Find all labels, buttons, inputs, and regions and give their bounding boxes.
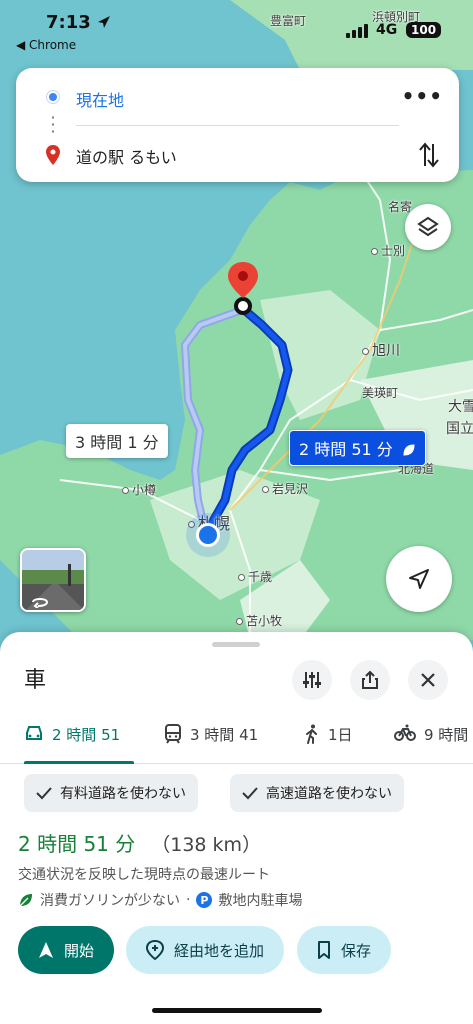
bike-icon xyxy=(394,724,416,741)
map-label: 美瑛町 xyxy=(362,386,399,400)
map-label: 苫小牧 xyxy=(236,612,282,629)
divider xyxy=(76,125,399,126)
tab-walk-label: 1日 xyxy=(328,726,353,744)
walk-icon xyxy=(306,724,317,744)
bookmark-icon xyxy=(318,941,330,959)
map-label: 旭川 xyxy=(362,340,400,360)
location-arrow-icon xyxy=(98,16,111,28)
layers-icon xyxy=(417,216,439,237)
navigation-arrow-icon xyxy=(39,942,53,958)
tab-bike-label: 9 時間 xyxy=(424,726,469,744)
destination-field[interactable]: 道の駅 るもい xyxy=(76,144,177,168)
active-tab-indicator xyxy=(24,761,134,764)
save-button[interactable]: 保存 xyxy=(297,926,392,974)
map-label: 国立 xyxy=(446,421,473,437)
more-options-button[interactable]: ••• xyxy=(402,84,443,108)
signal-icon xyxy=(346,24,372,38)
add-location-icon xyxy=(146,940,164,960)
map-label: 士別 xyxy=(371,242,405,259)
route-distance: （138 km） xyxy=(151,834,262,856)
recenter-button[interactable] xyxy=(386,546,452,612)
route-dots-icon xyxy=(52,114,54,136)
tab-transit[interactable]: 3 時間 41 xyxy=(164,724,258,764)
destination-pin-icon[interactable] xyxy=(225,262,263,318)
train-icon xyxy=(165,724,181,744)
status-time: 7:13 xyxy=(46,12,111,33)
map-label: 岩見沢 xyxy=(262,480,308,497)
eco-leaf-icon xyxy=(19,894,32,907)
rotate-360-icon xyxy=(32,598,49,608)
tab-walk[interactable]: 1日 xyxy=(304,724,353,764)
share-icon xyxy=(362,670,378,689)
map-view[interactable]: 豊富町 浜頓別町 名寄 士別 旭川 美瑛町 大雪 国立 北海道 岩見沢 小樽 札… xyxy=(0,0,473,660)
home-indicator xyxy=(152,1008,322,1013)
tab-car-label: 2 時間 51 xyxy=(52,726,121,744)
close-icon xyxy=(421,673,435,687)
travel-mode-tabs: 2 時間 51 3 時間 41 1日 9 時間 xyxy=(0,712,473,764)
street-view-thumbnail[interactable] xyxy=(20,548,86,612)
avoid-tolls-chip[interactable]: 有料道路を使わない xyxy=(24,774,198,812)
eco-leaf-icon xyxy=(403,444,415,456)
route-attributes: 消費ガソリンが少ない · P 敷地内駐車場 xyxy=(18,890,302,910)
car-icon xyxy=(26,726,42,740)
share-button[interactable] xyxy=(350,660,390,700)
route-summary[interactable]: 2 時間 51 分 （138 km） xyxy=(18,828,261,857)
network-type: 4G xyxy=(376,22,398,38)
avoid-highways-chip[interactable]: 高速道路を使わない xyxy=(230,774,404,812)
route-description: 交通状況を反映した現時点の最速ルート xyxy=(18,867,270,883)
sheet-drag-handle[interactable] xyxy=(212,642,260,647)
tune-icon xyxy=(303,672,321,688)
battery-indicator: 100 xyxy=(406,22,442,38)
check-icon xyxy=(36,787,52,800)
start-navigation-button[interactable]: 開始 xyxy=(18,926,115,974)
map-label: 名寄 xyxy=(388,200,413,214)
close-button[interactable] xyxy=(408,660,448,700)
sheet-title: 車 xyxy=(24,668,47,693)
status-bar: 7:13 ◀ Chrome 4G 100 xyxy=(0,0,473,60)
directions-card: 現在地 道の駅 るもい ••• xyxy=(16,68,459,182)
tab-car[interactable]: 2 時間 51 xyxy=(24,724,134,764)
route-duration: 2 時間 51 分 xyxy=(18,832,136,856)
navigation-arrow-icon xyxy=(409,569,429,589)
origin-field[interactable]: 現在地 xyxy=(76,87,124,111)
origin-dot-icon xyxy=(47,91,59,103)
map-label: 小樽 xyxy=(122,481,156,498)
alt-route-time-label[interactable]: 3 時間 1 分 xyxy=(66,424,168,458)
route-options-button[interactable] xyxy=(292,660,332,700)
main-route-time-label[interactable]: 2 時間 51 分 xyxy=(289,430,426,466)
layers-button[interactable] xyxy=(405,204,451,250)
current-location-dot xyxy=(196,523,220,547)
check-icon xyxy=(242,787,258,800)
swap-icon[interactable] xyxy=(419,142,439,168)
map-label: 千歳 xyxy=(238,568,272,585)
tab-bike[interactable]: 9 時間 xyxy=(394,724,468,764)
directions-sheet: 車 2 時間 51 3 時間 41 1日 9 時間 有料道路を使わない 高速道路… xyxy=(0,632,473,1024)
map-label: 大雪 xyxy=(448,399,473,415)
add-stop-button[interactable]: 経由地を追加 xyxy=(126,926,285,974)
destination-pin-small-icon xyxy=(46,145,60,165)
back-to-chrome[interactable]: ◀ Chrome xyxy=(16,38,76,52)
parking-icon: P xyxy=(196,892,213,908)
tab-transit-label: 3 時間 41 xyxy=(190,726,259,744)
